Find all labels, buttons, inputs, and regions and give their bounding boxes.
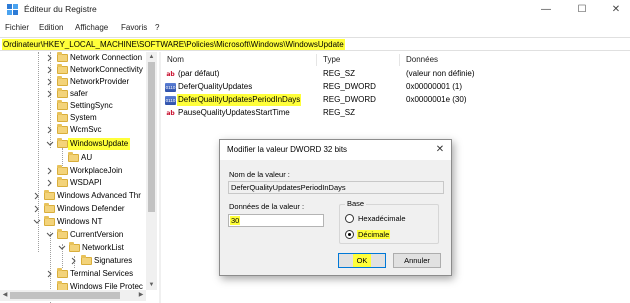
- tree-horizontal-scrollbar[interactable]: ◀ ▶: [0, 290, 146, 301]
- folder-icon: [57, 177, 68, 187]
- menu-edit[interactable]: Edition: [39, 22, 63, 34]
- scroll-thumb[interactable]: [148, 62, 155, 212]
- column-separator[interactable]: [316, 54, 317, 66]
- folder-icon: [57, 52, 68, 62]
- folder-icon: [57, 100, 68, 110]
- value-data: 0x0000001e (30): [406, 95, 467, 104]
- base-groupbox: Base Hexadécimale Décimale: [339, 199, 439, 244]
- tree-vertical-scrollbar[interactable]: ▲ ▼: [146, 52, 157, 290]
- radio-decimal-label[interactable]: Décimale: [357, 230, 391, 239]
- string-value-icon: ab: [166, 71, 175, 78]
- column-header-name[interactable]: Nom: [167, 54, 184, 66]
- menu-file[interactable]: Fichier: [5, 22, 29, 34]
- dword-value-icon: 0110: [165, 96, 176, 105]
- folder-open-icon: [44, 216, 55, 226]
- chevron-right-icon[interactable]: [70, 257, 78, 265]
- value-row-deferqualityupdates[interactable]: 0110 DeferQualityUpdates REG_DWORD 0x000…: [161, 81, 630, 93]
- value-type: REG_SZ: [323, 108, 356, 117]
- menu-view[interactable]: Affichage: [75, 22, 108, 34]
- address-bar[interactable]: Ordinateur\HKEY_LOCAL_MACHINE\SOFTWARE\P…: [0, 37, 630, 51]
- value-type: REG_DWORD: [323, 82, 376, 91]
- chevron-down-icon[interactable]: [46, 231, 54, 239]
- chevron-right-icon[interactable]: [46, 66, 54, 74]
- scroll-thumb[interactable]: [10, 292, 120, 299]
- minimize-button[interactable]: —: [526, 0, 566, 20]
- folder-open-icon: [57, 138, 68, 148]
- chevron-down-icon[interactable]: [58, 244, 66, 252]
- chevron-right-icon[interactable]: [46, 167, 54, 175]
- value-name: DeferQualityUpdatesPeriodInDays: [177, 94, 302, 106]
- radio-hexadecimal[interactable]: [345, 214, 354, 223]
- value-row-pausequalityupdatesstarttime[interactable]: ab PauseQualityUpdatesStartTime REG_SZ: [161, 107, 630, 119]
- dialog-close-button[interactable]: ✕: [433, 143, 447, 157]
- folder-icon: [57, 76, 68, 86]
- value-row-deferqualityupdatesperiodindays[interactable]: 0110 DeferQualityUpdatesPeriodInDays REG…: [161, 94, 630, 106]
- chevron-right-icon[interactable]: [46, 78, 54, 86]
- title-bar: Éditeur du Registre — ☐ ✕: [0, 0, 630, 20]
- dword-value-icon: 0110: [165, 83, 176, 92]
- folder-icon: [57, 124, 68, 134]
- column-header-data[interactable]: Données: [406, 54, 438, 66]
- menu-favorites[interactable]: Favoris: [121, 22, 147, 34]
- chevron-right-icon[interactable]: [33, 192, 41, 200]
- folder-icon: [57, 112, 68, 122]
- address-path[interactable]: Ordinateur\HKEY_LOCAL_MACHINE\SOFTWARE\P…: [2, 39, 345, 50]
- value-name: DeferQualityUpdates: [178, 82, 253, 91]
- value-data-text: 30: [230, 216, 241, 225]
- close-button[interactable]: ✕: [596, 0, 630, 20]
- scroll-up-arrow-icon[interactable]: ▲: [146, 52, 157, 62]
- value-row-default[interactable]: ab (par défaut) REG_SZ (valeur non défin…: [161, 68, 630, 80]
- folder-icon: [68, 152, 79, 162]
- registry-editor-icon: [7, 4, 18, 15]
- folder-icon: [57, 88, 68, 98]
- base-label: Base: [345, 199, 367, 208]
- chevron-right-icon[interactable]: [46, 54, 54, 62]
- edit-dword-dialog: Modifier la valeur DWORD 32 bits ✕ Nom d…: [219, 139, 452, 276]
- value-name-label: Nom de la valeur :: [229, 170, 290, 179]
- window-title: Éditeur du Registre: [24, 4, 97, 14]
- menu-help[interactable]: ?: [155, 22, 159, 34]
- value-name: (par défaut): [178, 69, 220, 78]
- value-data-label: Données de la valeur :: [229, 202, 305, 211]
- folder-icon: [44, 203, 55, 213]
- ok-button-label: OK: [352, 254, 372, 267]
- dialog-title-bar: Modifier la valeur DWORD 32 bits ✕: [220, 140, 451, 160]
- value-name-field: DeferQualityUpdatesPeriodInDays: [228, 181, 444, 194]
- value-data: 0x00000001 (1): [406, 82, 463, 91]
- folder-icon: [57, 165, 68, 175]
- folder-icon: [57, 64, 68, 74]
- chevron-right-icon[interactable]: [46, 90, 54, 98]
- string-value-icon: ab: [166, 110, 175, 117]
- chevron-down-icon[interactable]: [33, 218, 41, 226]
- cancel-button[interactable]: Annuler: [393, 253, 441, 268]
- chevron-down-icon[interactable]: [46, 140, 54, 148]
- radio-hexadecimal-label[interactable]: Hexadécimale: [358, 214, 406, 223]
- chevron-right-icon[interactable]: [46, 270, 54, 278]
- folder-open-icon: [69, 242, 80, 252]
- folder-icon: [44, 190, 55, 200]
- dialog-title: Modifier la valeur DWORD 32 bits: [227, 145, 348, 154]
- folder-icon: [57, 268, 68, 278]
- key-tree[interactable]: Network Connection NetworkConnectivity N…: [0, 52, 160, 303]
- value-name: PauseQualityUpdatesStartTime: [178, 108, 290, 117]
- chevron-right-icon[interactable]: [33, 205, 41, 213]
- column-header-type[interactable]: Type: [323, 54, 340, 66]
- ok-button[interactable]: OK: [338, 253, 386, 268]
- value-data: (valeur non définie): [406, 69, 475, 78]
- folder-icon: [81, 255, 92, 265]
- scroll-right-arrow-icon[interactable]: ▶: [136, 290, 146, 301]
- chevron-right-icon[interactable]: [46, 126, 54, 134]
- folder-open-icon: [57, 229, 68, 239]
- scroll-left-arrow-icon[interactable]: ◀: [0, 290, 10, 301]
- radio-decimal[interactable]: [345, 230, 354, 239]
- chevron-right-icon[interactable]: [46, 179, 54, 187]
- value-type: REG_SZ: [323, 69, 356, 78]
- scroll-down-arrow-icon[interactable]: ▼: [146, 280, 157, 290]
- value-data-input[interactable]: 30: [228, 214, 324, 227]
- column-separator[interactable]: [399, 54, 400, 66]
- value-type: REG_DWORD: [323, 95, 376, 104]
